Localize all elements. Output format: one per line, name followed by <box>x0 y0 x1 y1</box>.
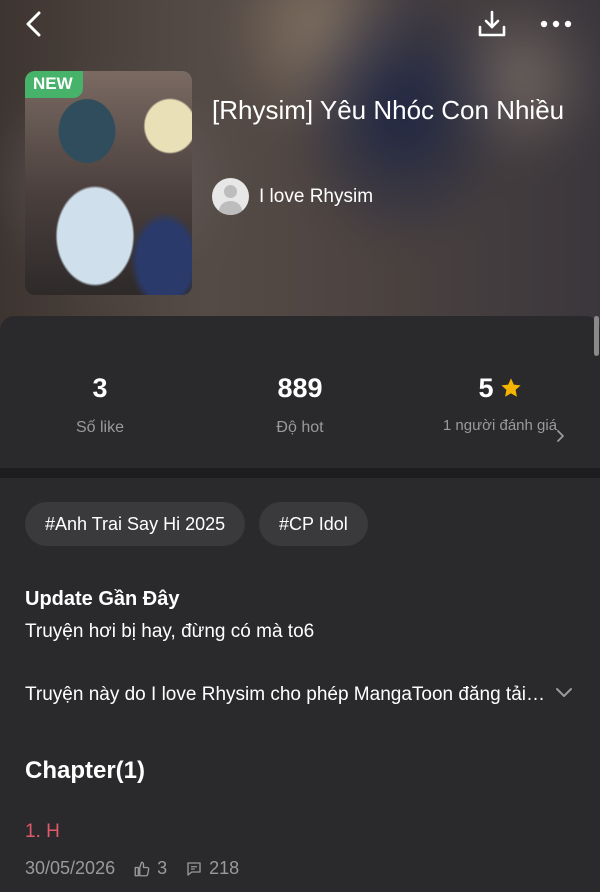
hot-count: 889 <box>277 373 323 403</box>
chapter-meta: 30/05/2026 3 218 <box>25 858 239 879</box>
chapter-comments: 218 <box>209 858 240 878</box>
chapter-list-heading: Chapter(1) <box>25 757 146 784</box>
likes-label: Số like <box>75 419 125 436</box>
download-button[interactable] <box>474 6 510 42</box>
likes-stat: 3 Số like <box>40 370 160 438</box>
tag-chip[interactable]: #Anh Trai Say Hi 2025 <box>25 502 246 546</box>
section-divider <box>0 468 600 478</box>
scrollbar[interactable] <box>594 316 599 356</box>
download-icon <box>478 10 506 37</box>
author-link[interactable]: I love Rhysim <box>212 178 373 215</box>
rating-stat[interactable]: 5 1 người đánh giá <box>440 370 560 436</box>
thumbs-up-icon <box>134 861 150 876</box>
new-badge: NEW <box>25 71 83 98</box>
chevron-down-icon[interactable] <box>554 686 574 700</box>
rating-value: 5 <box>478 373 494 403</box>
chapter-date: 30/05/2026 <box>25 858 116 878</box>
back-arrow-icon <box>26 11 41 37</box>
author-avatar <box>212 178 249 215</box>
chapter-likes: 3 <box>157 858 168 878</box>
comic-title: [Rhysim] Yêu Nhóc Con Nhiều <box>212 95 565 125</box>
tag-chip[interactable]: #CP Idol <box>259 502 368 546</box>
more-options-button[interactable] <box>536 6 576 42</box>
author-name: I love Rhysim <box>259 185 374 207</box>
chapter-title[interactable]: 1. H <box>25 821 60 843</box>
likes-count: 3 <box>92 373 108 403</box>
description-text[interactable]: Truyện này do I love Rhysim cho phép Man… <box>25 684 550 706</box>
update-text: Truyện hơi bị hay, đừng có mà to6 <box>25 621 315 642</box>
star-icon <box>500 378 521 397</box>
chevron-right-icon[interactable] <box>555 428 567 444</box>
hot-label: Độ hot <box>276 419 324 436</box>
back-button[interactable] <box>16 6 52 42</box>
update-heading: Update Gần Đây <box>25 588 180 610</box>
hot-stat: 889 Độ hot <box>240 370 360 438</box>
cover-image[interactable]: NEW <box>25 71 192 295</box>
more-dots-icon <box>540 20 572 28</box>
comment-icon <box>187 861 201 876</box>
rating-count-label: 1 người đánh giá <box>442 417 558 434</box>
